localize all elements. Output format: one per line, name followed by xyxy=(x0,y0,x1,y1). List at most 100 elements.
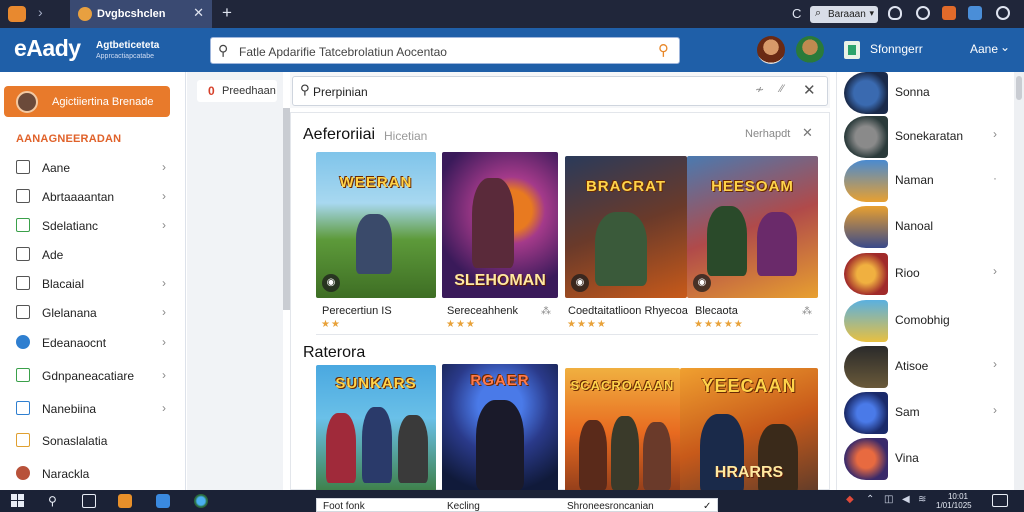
sidebar-item[interactable]: Narackla xyxy=(0,460,186,488)
sidebar-item[interactable]: Ade xyxy=(0,241,186,269)
close-icon[interactable]: ✕ xyxy=(802,125,813,141)
new-tab-button[interactable]: + xyxy=(222,3,232,23)
folder-icon xyxy=(16,218,30,232)
chevron-up-icon[interactable]: ⌃ xyxy=(866,494,874,505)
app-icon[interactable] xyxy=(118,494,132,508)
sidebar-item[interactable]: Edeanaocnt › xyxy=(0,329,186,357)
list-item[interactable]: Sonekaratan › xyxy=(844,116,1004,160)
chevron-down-icon[interactable]: ⌄ xyxy=(1000,40,1010,54)
game-card-title[interactable]: Coedtaitatlioon Rhyecoa xyxy=(568,305,688,317)
game-card[interactable]: SLEHOMAN xyxy=(442,152,558,298)
list-item[interactable]: Comobhig xyxy=(844,300,1004,344)
sidebar-item[interactable]: Sonaslalatia xyxy=(0,427,186,455)
browser-menu-icon[interactable] xyxy=(8,6,26,22)
game-card[interactable]: WEERAN ◉ xyxy=(316,152,436,298)
game-card[interactable]: SUNKARS xyxy=(316,365,436,498)
sort-icon[interactable]: ≁ xyxy=(755,83,764,96)
game-card-character xyxy=(707,206,747,276)
popup-item[interactable]: Foot fonk xyxy=(323,501,365,512)
popup-item[interactable]: Shroneesroncanian xyxy=(567,501,654,512)
volume-icon[interactable]: ◀ xyxy=(902,494,910,505)
extension-icon[interactable] xyxy=(942,6,956,20)
game-thumbnail xyxy=(844,438,888,480)
game-card[interactable]: YEECAAN HRARRS xyxy=(680,368,818,498)
play-icon[interactable]: ◉ xyxy=(322,274,340,292)
sidebar-item[interactable]: Sdelatianc › xyxy=(0,212,186,240)
list-item[interactable]: Rioo › xyxy=(844,253,1004,297)
sidebar-item[interactable]: Abrtaaaantan › xyxy=(0,183,186,211)
network-icon[interactable]: ◫ xyxy=(884,494,893,505)
edit-icon[interactable]: ⁄⁄ xyxy=(780,83,784,95)
browser-icon[interactable] xyxy=(194,494,208,508)
game-card[interactable]: HEESOAM ◉ xyxy=(687,156,818,298)
search-input[interactable]: ⚲ Fatle Apdarifie Tatcebrolatiun Aocenta… xyxy=(210,37,680,64)
user-name[interactable]: Sfonngerr xyxy=(870,42,923,56)
list-item-label: Sonekaratan xyxy=(895,129,964,143)
game-thumbnail xyxy=(844,253,888,295)
list-item[interactable]: Vina xyxy=(844,438,1004,482)
avatar[interactable] xyxy=(757,36,785,64)
sidebar-item[interactable]: Glelanana › xyxy=(0,299,186,327)
sidebar-item[interactable]: Gdnpaneacatiare › xyxy=(0,362,186,390)
profile-icon[interactable] xyxy=(968,6,982,20)
account-icon[interactable] xyxy=(916,6,930,20)
primary-action-button[interactable]: Agictiiertina Brenade xyxy=(4,86,170,117)
notification-icon[interactable] xyxy=(992,494,1008,507)
game-card[interactable]: SCACROAAAN xyxy=(565,368,680,498)
more-options-icon[interactable]: ⁂ xyxy=(802,306,812,317)
list-item[interactable]: Atisoe › xyxy=(844,346,1004,390)
scrollbar[interactable] xyxy=(283,108,290,310)
shield-icon[interactable] xyxy=(888,6,902,20)
chevron-right-icon: › xyxy=(993,127,997,141)
reload-icon[interactable]: C xyxy=(792,6,801,21)
see-more-link[interactable]: Nerhapdt xyxy=(745,128,790,140)
avatar[interactable] xyxy=(796,36,824,64)
game-card-art-title: SCACROAAAN xyxy=(570,378,675,393)
list-item-label: Rioo xyxy=(895,266,920,280)
play-icon[interactable]: ◉ xyxy=(571,274,589,292)
filter-search-input[interactable]: ⚲ Prerpinian ≁ ⁄⁄ ✕ xyxy=(292,76,828,106)
game-card-title[interactable]: Sereceahhenk xyxy=(447,305,518,317)
sidebar-item[interactable]: Aane › xyxy=(0,154,186,182)
play-icon[interactable]: ◉ xyxy=(693,274,711,292)
game-card-title[interactable]: Perecertiun IS xyxy=(322,305,392,317)
settings-icon[interactable] xyxy=(996,6,1010,20)
chevron-down-icon[interactable]: ▾ xyxy=(869,8,874,19)
start-menu-icon[interactable] xyxy=(11,494,25,508)
game-card[interactable]: BRACRAT ◉ xyxy=(565,156,687,298)
close-icon[interactable]: ✕ xyxy=(803,81,816,99)
check-icon[interactable]: ✓ xyxy=(703,501,711,512)
list-item-label: Nanoal xyxy=(895,219,934,233)
tray-icon[interactable]: ◆ xyxy=(846,494,854,505)
app-logo[interactable]: eAady xyxy=(14,35,81,62)
tab-close-icon[interactable]: ✕ xyxy=(193,5,204,21)
scrollbar[interactable] xyxy=(1014,72,1024,490)
clock[interactable]: 10:01 1/01/1025 xyxy=(936,492,972,510)
game-card[interactable]: RGAER xyxy=(442,364,558,498)
game-card-character xyxy=(595,212,647,286)
search-icon[interactable]: ⚲ xyxy=(48,494,62,508)
task-view-icon[interactable] xyxy=(82,494,96,508)
sidebar-item[interactable]: Nanebiina › xyxy=(0,395,186,423)
more-options-icon[interactable]: ⁂ xyxy=(541,306,551,317)
browser-search-box[interactable]: ⌕ Baraaan ▾ xyxy=(810,6,878,23)
forward-arrow-icon[interactable]: › xyxy=(38,4,43,20)
popup-item[interactable]: Kecling xyxy=(447,501,480,512)
search-submit-icon[interactable]: ⚲ xyxy=(658,41,669,59)
list-item[interactable]: Nanoal xyxy=(844,206,1004,250)
section-title: Aeferoriiai xyxy=(303,126,376,143)
list-item[interactable]: Sam › xyxy=(844,392,1004,436)
search-icon: ⌕ xyxy=(815,7,822,19)
language-selector[interactable]: Aane xyxy=(970,42,998,56)
game-card-title[interactable]: Blecaota xyxy=(695,305,738,317)
wifi-icon[interactable]: ≋ xyxy=(918,494,926,505)
browser-tab[interactable]: Dvgbcshclen ✕ xyxy=(70,0,212,28)
app-icon[interactable] xyxy=(156,494,170,508)
sidebar-item[interactable]: Blacaial › xyxy=(0,270,186,298)
scrollbar-thumb[interactable] xyxy=(1016,76,1022,100)
game-thumbnail xyxy=(844,392,888,434)
list-item[interactable]: Sonna xyxy=(844,72,1004,116)
game-card-art-title: RGAER xyxy=(470,372,530,389)
filter-pill[interactable]: 0 Preedhaan xyxy=(197,80,277,102)
list-item[interactable]: Naman · xyxy=(844,160,1004,204)
